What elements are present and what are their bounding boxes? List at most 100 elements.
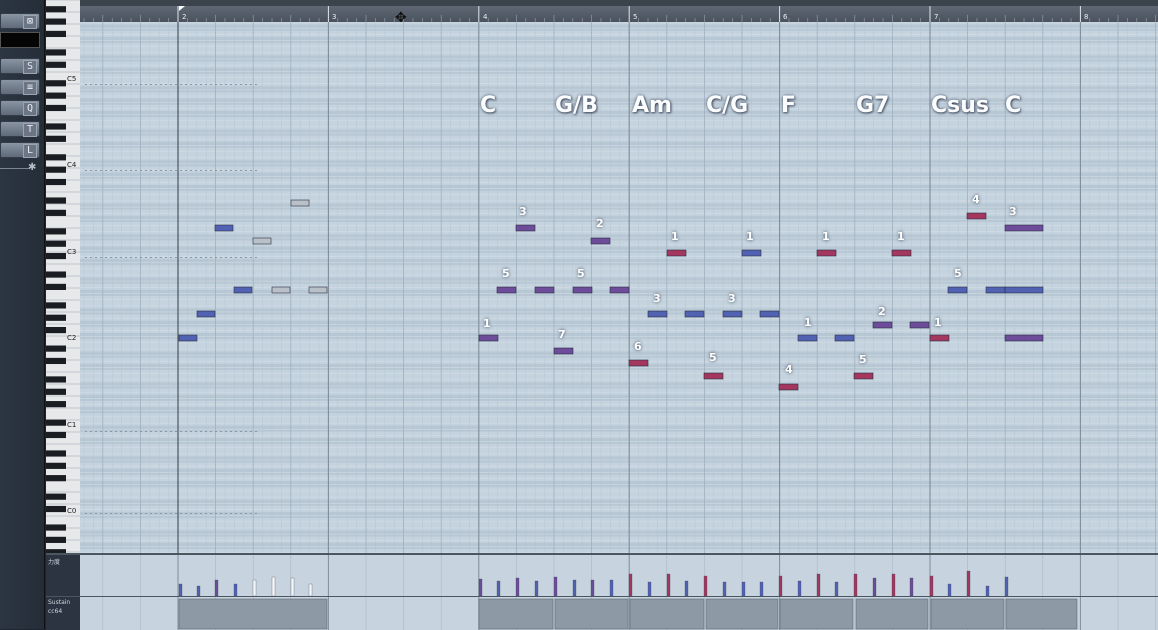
left-toolbar: ⊠ S ≡ Q T L ✱ <box>0 0 45 629</box>
timeline-ruler[interactable]: 2 3 4 5 6 7 8 <box>80 6 1158 23</box>
note-grid[interactable] <box>80 22 1158 553</box>
sustain-block <box>779 598 854 630</box>
octave-label-c0: C0 <box>67 507 77 515</box>
finger-number: 3 <box>728 292 736 305</box>
velocity-lane-header[interactable]: 力度 <box>46 553 80 598</box>
list-tool-button[interactable]: ≡ <box>0 79 40 95</box>
color-swatch[interactable] <box>0 32 40 48</box>
midi-note <box>666 249 687 257</box>
velocity-lane[interactable] <box>80 553 1158 598</box>
velocity-bar <box>1004 576 1009 597</box>
midi-note <box>290 199 310 207</box>
velocity-bar <box>759 581 764 597</box>
octave-label-c5: C5 <box>67 75 77 83</box>
midi-note <box>947 286 968 294</box>
velocity-bar <box>233 583 238 597</box>
sustain-lane-header[interactable]: Sustain cc64 <box>46 596 80 630</box>
velocity-bar <box>947 583 952 597</box>
finger-number: 5 <box>859 353 867 366</box>
midi-note <box>1004 224 1044 232</box>
midi-note <box>196 310 216 318</box>
mute-tool-button[interactable]: ⊠ <box>0 13 40 29</box>
black-key <box>46 314 66 321</box>
finger-number: 1 <box>822 230 830 243</box>
finger-number: 6 <box>634 340 642 353</box>
finger-number: 2 <box>878 305 886 318</box>
black-key <box>46 154 66 161</box>
bar-number: 3 <box>332 13 337 21</box>
octave-label-c4: C4 <box>67 161 77 169</box>
midi-note <box>178 334 198 342</box>
sustain-lane-label: Sustain <box>48 599 71 606</box>
chord-label: C <box>1005 93 1022 118</box>
velocity-bar <box>834 581 839 597</box>
black-key <box>46 357 66 365</box>
piano-roll-editor: ⊠ S ≡ Q T L ✱ C5 C4 C3 C2 C1 C0 2 3 4 5 … <box>0 0 1158 630</box>
gear-icon[interactable]: ✱ <box>28 162 36 173</box>
midi-note <box>252 237 272 245</box>
finger-number: 4 <box>785 363 793 376</box>
midi-note <box>816 249 837 257</box>
midi-note <box>891 249 912 257</box>
sustain-block <box>930 598 1005 630</box>
midi-note <box>271 286 291 294</box>
black-key <box>46 92 66 99</box>
velocity-bar <box>872 577 877 597</box>
l-icon: L <box>23 144 37 158</box>
black-key <box>46 80 66 87</box>
velocity-bar <box>496 580 501 597</box>
finger-number: 1 <box>804 316 812 329</box>
velocity-bar <box>196 585 201 597</box>
sustain-lane[interactable] <box>80 596 1158 630</box>
black-key <box>46 388 66 395</box>
velocity-bar <box>178 583 183 597</box>
black-key <box>46 431 66 439</box>
octave-label-c2: C2 <box>67 334 77 342</box>
transpose-button[interactable]: T <box>0 121 40 137</box>
sustain-block <box>1005 598 1078 630</box>
bar-number: 4 <box>483 13 488 21</box>
black-key <box>46 450 66 457</box>
black-key <box>46 462 66 469</box>
velocity-bar <box>572 579 577 597</box>
finger-number: 5 <box>709 351 717 364</box>
sustain-block <box>554 598 629 630</box>
playhead-marker <box>179 6 185 11</box>
midi-note <box>741 249 762 257</box>
chord-label: G/B <box>555 93 598 118</box>
black-key <box>46 475 66 482</box>
velocity-bar <box>478 578 483 597</box>
black-key <box>46 536 66 543</box>
black-key <box>46 252 66 260</box>
velocity-bar <box>252 579 257 597</box>
piano-keyboard[interactable]: C5 C4 C3 C2 C1 C0 <box>46 0 81 553</box>
length-button[interactable]: L <box>0 142 40 158</box>
sustain-block <box>705 598 779 630</box>
finger-number: 1 <box>746 230 754 243</box>
black-key <box>46 228 66 235</box>
quantize-button[interactable]: Q <box>0 100 40 116</box>
stretch-icon: S <box>23 60 37 74</box>
finger-number: 1 <box>897 230 905 243</box>
velocity-bar <box>797 580 802 597</box>
midi-note <box>797 334 818 342</box>
black-key <box>46 376 66 383</box>
stretch-tool-button[interactable]: S <box>0 58 40 74</box>
velocity-bar <box>816 573 821 597</box>
velocity-bar <box>553 576 558 597</box>
black-key <box>46 135 66 142</box>
finger-number: 5 <box>502 267 510 280</box>
black-key <box>46 209 66 216</box>
midi-note <box>308 286 328 294</box>
midi-note <box>872 321 893 329</box>
sustain-block <box>629 598 705 630</box>
black-key <box>46 166 66 173</box>
velocity-bar <box>290 577 295 597</box>
velocity-bar <box>891 573 896 597</box>
midi-note <box>534 286 555 294</box>
midi-note <box>1004 334 1044 342</box>
chord-label: G7 <box>856 93 890 118</box>
bar-number: 7 <box>934 13 939 21</box>
chord-label: Csus <box>931 93 989 118</box>
velocity-bar <box>628 573 633 597</box>
